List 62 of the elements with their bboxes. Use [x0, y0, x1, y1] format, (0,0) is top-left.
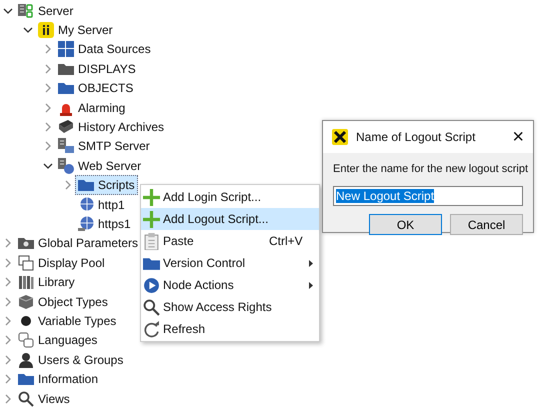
tree-item[interactable]: http1 [75, 194, 128, 215]
tree-item[interactable]: https1 [75, 214, 134, 234]
folder-icon [58, 80, 74, 96]
tree-item[interactable]: Alarming [55, 98, 128, 118]
tree-item[interactable]: DISPLAYS [55, 58, 139, 79]
server-icon [18, 2, 34, 19]
tree-item[interactable]: Web Server [55, 156, 144, 176]
globe-key-icon [78, 216, 94, 232]
chevron-icon[interactable] [23, 25, 33, 36]
windows-icon [18, 254, 34, 271]
menu-item[interactable]: Show Access Rights [141, 296, 319, 318]
tree-item[interactable]: History Archives [55, 117, 168, 138]
menu-item[interactable]: Version Control [141, 252, 319, 274]
clipboard-icon [143, 232, 160, 250]
prompt-text: Enter the name for the new logout script [333, 162, 530, 177]
cube-icon [18, 294, 34, 310]
shortcut-text: Ctrl+V [269, 234, 303, 248]
folder-icon [78, 177, 94, 194]
chevron-icon[interactable] [43, 160, 53, 171]
tree-item[interactable]: Views [15, 388, 73, 409]
tree-item[interactable]: Data Sources [55, 39, 154, 60]
badge-icon [38, 22, 54, 38]
grid-icon [58, 41, 74, 58]
folder-icon [18, 371, 34, 388]
mail-server-icon [58, 138, 74, 154]
tree-item[interactable]: OBJECTS [55, 78, 136, 98]
menu-item[interactable]: Node Actions [141, 274, 319, 296]
cancel-button[interactable]: Cancel [450, 214, 523, 235]
library-icon [18, 274, 34, 290]
chevron-icon[interactable] [3, 6, 13, 16]
menu-item[interactable]: Refresh [141, 318, 319, 340]
languages-icon [18, 332, 34, 348]
name-input-field[interactable]: New Logout Script [333, 186, 523, 206]
tree-item[interactable]: Object Types [15, 292, 111, 312]
app-icon [332, 129, 348, 145]
dialog-title: Name of Logout Script [356, 130, 476, 144]
search-icon [18, 390, 34, 407]
ok-button[interactable]: OK [369, 214, 442, 235]
tree-item[interactable]: Global Parameters [15, 233, 142, 254]
refresh-icon [143, 320, 160, 338]
plus-icon [143, 210, 160, 228]
tree-item[interactable]: Variable Types [15, 310, 120, 331]
user-icon [18, 352, 34, 368]
tree-item[interactable]: SMTP Server [55, 136, 153, 156]
globe-icon [78, 196, 94, 213]
play-icon [143, 276, 160, 294]
tree-item[interactable]: Server [15, 0, 76, 21]
tree-item[interactable]: Information [15, 369, 102, 390]
search-icon [143, 298, 160, 316]
close-button[interactable]: × [512, 127, 524, 147]
camera-folder-icon [18, 235, 34, 252]
tree-item[interactable]: Display Pool [15, 252, 108, 273]
tree-item[interactable]: Users & Groups [15, 350, 126, 370]
web-server-icon [58, 158, 74, 174]
tree-item[interactable]: My Server [35, 20, 116, 40]
tree-item[interactable]: Scripts [75, 175, 138, 196]
menu-item[interactable]: Add Logout Script... [141, 208, 319, 230]
menu-item[interactable]: Paste Ctrl+V [141, 230, 319, 252]
menu-item[interactable]: Add Login Script... [141, 186, 319, 208]
plus-icon [143, 188, 160, 206]
tree-item[interactable]: Library [15, 272, 78, 292]
tree-item[interactable]: Languages [15, 330, 100, 350]
